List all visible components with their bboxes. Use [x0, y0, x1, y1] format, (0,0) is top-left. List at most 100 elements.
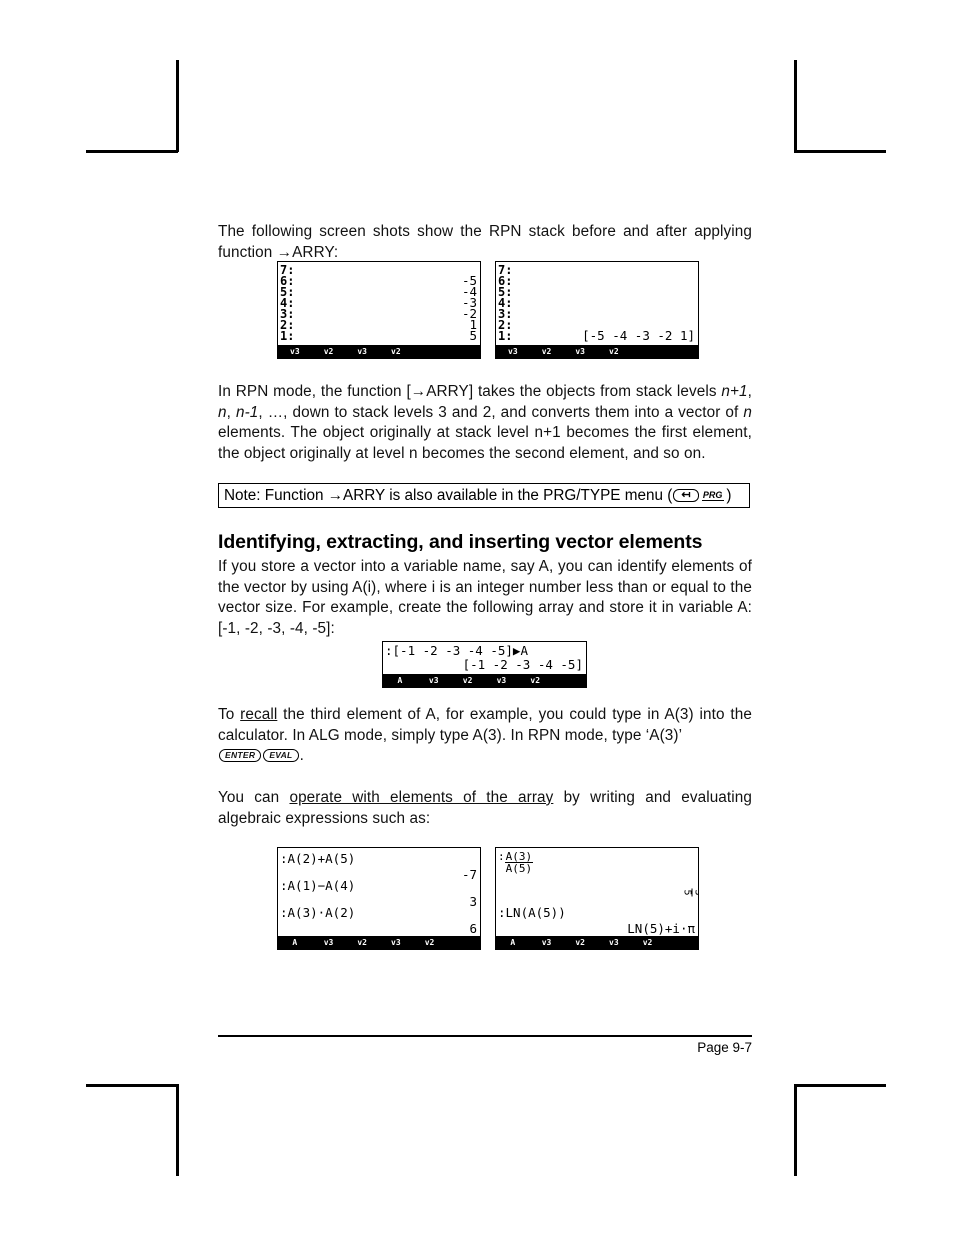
- eval-key-icon: EVAL: [263, 749, 299, 763]
- softkey-3[interactable]: v3: [346, 346, 379, 357]
- softkey-1[interactable]: A: [279, 937, 311, 948]
- stack-level-1: 1:: [280, 329, 295, 343]
- softkey-5[interactable]: [631, 346, 664, 357]
- crop-mark-top-left-h: [86, 150, 178, 153]
- softkey-menu: A v3 v2 v3 v2: [383, 674, 586, 687]
- softkey-4[interactable]: v2: [380, 346, 412, 357]
- softkey-3-label: v2: [460, 675, 475, 686]
- rpn-desc-part1: In RPN mode, the function [: [218, 383, 411, 400]
- crop-mark-top-right-v: [794, 60, 797, 152]
- softkey-5-label: v2: [422, 937, 437, 948]
- softkey-3[interactable]: v2: [451, 675, 484, 686]
- softkey-2-label: v2: [321, 346, 336, 357]
- section-heading: Identifying, extracting, and inserting v…: [218, 531, 703, 553]
- crop-mark-top-left-v: [176, 60, 179, 152]
- rpn-desc-part4: elements. The object originally at stack…: [218, 424, 752, 462]
- softkey-1[interactable]: v3: [279, 346, 311, 357]
- softkey-2-label: v3: [321, 937, 336, 948]
- intro-paragraph: The following screen shots show the RPN …: [218, 222, 752, 263]
- crop-mark-bottom-right-v: [794, 1084, 797, 1176]
- crop-mark-bottom-left-h: [86, 1084, 178, 1087]
- operate-text-prefix: You can: [218, 789, 290, 806]
- stack-value-1: 5: [469, 328, 477, 343]
- calculator-screen-store-array: :[-1 -2 -3 -4 -5]▶A [-1 -2 -3 -4 -5] A v…: [382, 641, 587, 688]
- softkey-2[interactable]: v2: [312, 346, 345, 357]
- stack-value-1: [-5 -4 -3 -2 1]: [582, 328, 695, 343]
- softkey-3-label: v2: [573, 937, 587, 948]
- softkey-2[interactable]: v3: [312, 937, 345, 948]
- identify-paragraph: If you store a vector into a variable na…: [218, 558, 752, 637]
- recall-text-body: the third element of A, for example, you…: [218, 706, 752, 744]
- softkey-4[interactable]: v3: [598, 937, 630, 948]
- rpn-var-n-plus-1: n+1: [721, 383, 748, 400]
- expression-value-1: -7: [461, 867, 477, 882]
- softkey-menu: v3 v2 v3 v2: [278, 345, 480, 358]
- calculator-screen-expressions-1: :A(2)+A(5) -7 :A(1)−A(4) 3 :A(3)·A(2) 6 …: [277, 847, 481, 950]
- rpn-comma-1: ,: [747, 383, 752, 400]
- expression-row-1: :A(2)+A(5): [280, 851, 356, 866]
- crop-mark-top-right-h: [794, 150, 886, 153]
- rpn-var-n-minus-1: n-1: [235, 403, 259, 421]
- rpn-var-n-2: n: [743, 403, 752, 421]
- fraction-result-denominator: 5: [681, 889, 693, 896]
- softkey-5-label: v2: [640, 937, 655, 948]
- stack-display-before: 7: 6: 5: 4: 3: 2: 1: -5 -4 -3 -2 1 5: [278, 262, 480, 345]
- softkey-2[interactable]: v3: [530, 937, 563, 948]
- softkey-4[interactable]: v3: [380, 937, 412, 948]
- expression-row-2: :A(1)−A(4): [280, 878, 356, 893]
- crop-mark-bottom-left-v: [176, 1084, 179, 1176]
- softkey-1[interactable]: A: [497, 937, 529, 948]
- operate-paragraph: You can operate with elements of the arr…: [218, 788, 752, 829]
- softkey-5[interactable]: [413, 346, 446, 357]
- rpn-desc-part3: , …, down to stack levels 3 and 2, and c…: [258, 403, 744, 421]
- crop-mark-bottom-right-h: [794, 1084, 886, 1087]
- fraction-result-rotated: 35: [681, 888, 698, 897]
- rpn-desc-part2: →ARRY] takes the objects from stack leve…: [410, 383, 722, 400]
- expressions-display-1: :A(2)+A(5) -7 :A(1)−A(4) 3 :A(3)·A(2) 6: [278, 848, 480, 936]
- operate-emphasis: operate with elements of the array: [289, 789, 554, 806]
- softkey-4-label: v3: [389, 937, 403, 948]
- softkey-5[interactable]: v2: [631, 937, 664, 948]
- rpn-comma-2: ,: [226, 403, 236, 421]
- page-content: The following screen shots show the RPN …: [218, 0, 752, 1235]
- softkey-4[interactable]: v3: [485, 675, 518, 686]
- expression-value-3: 6: [469, 921, 477, 936]
- ln-expression: :LN(A(5)): [498, 905, 566, 920]
- footer-rule: [218, 1035, 752, 1037]
- softkey-6[interactable]: [447, 346, 480, 357]
- arry-function-name: →ARRY:: [276, 243, 339, 261]
- softkey-6[interactable]: [447, 937, 480, 948]
- fraction-result-numerator: 3: [691, 888, 698, 897]
- recall-emphasis: recall: [240, 706, 278, 723]
- softkey-4[interactable]: v2: [598, 346, 630, 357]
- expression-row-3: :A(3)·A(2): [280, 905, 356, 920]
- softkey-3[interactable]: v3: [564, 346, 597, 357]
- softkey-1[interactable]: A: [384, 675, 416, 686]
- store-array-display: :[-1 -2 -3 -4 -5]▶A [-1 -2 -3 -4 -5]: [383, 642, 586, 674]
- softkey-3[interactable]: v2: [346, 937, 379, 948]
- left-shift-key-icon: ↤: [673, 489, 699, 502]
- softkey-2[interactable]: v2: [530, 346, 563, 357]
- store-array-result: [-1 -2 -3 -4 -5]: [462, 657, 583, 672]
- fraction-result: 35: [681, 882, 698, 903]
- softkey-menu: v3 v2 v3 v2: [496, 345, 698, 358]
- recall-paragraph: To recall the third element of A, for ex…: [218, 705, 752, 767]
- softkey-4-label: v2: [389, 346, 403, 357]
- softkey-3-label: v3: [573, 346, 587, 357]
- softkey-3-label: v2: [355, 937, 369, 948]
- enter-key-icon: ENTER: [219, 749, 262, 763]
- softkey-1[interactable]: v3: [497, 346, 529, 357]
- prg-menu-label: PRG: [701, 490, 725, 501]
- softkey-2[interactable]: v3: [417, 675, 450, 686]
- softkey-1-label: A: [508, 937, 518, 948]
- calculator-screen-stack-before: 7: 6: 5: 4: 3: 2: 1: -5 -4 -3 -2 1 5 v3 …: [277, 261, 481, 359]
- softkey-6[interactable]: [553, 675, 585, 686]
- fraction-denominator: A(5): [505, 862, 533, 875]
- fraction-expression: : A(3) A(5): [498, 850, 534, 875]
- softkey-5[interactable]: v2: [519, 675, 552, 686]
- softkey-5[interactable]: v2: [413, 937, 446, 948]
- softkey-6[interactable]: [665, 937, 698, 948]
- softkey-1-label: v3: [506, 346, 520, 357]
- softkey-3[interactable]: v2: [564, 937, 597, 948]
- softkey-6[interactable]: [665, 346, 698, 357]
